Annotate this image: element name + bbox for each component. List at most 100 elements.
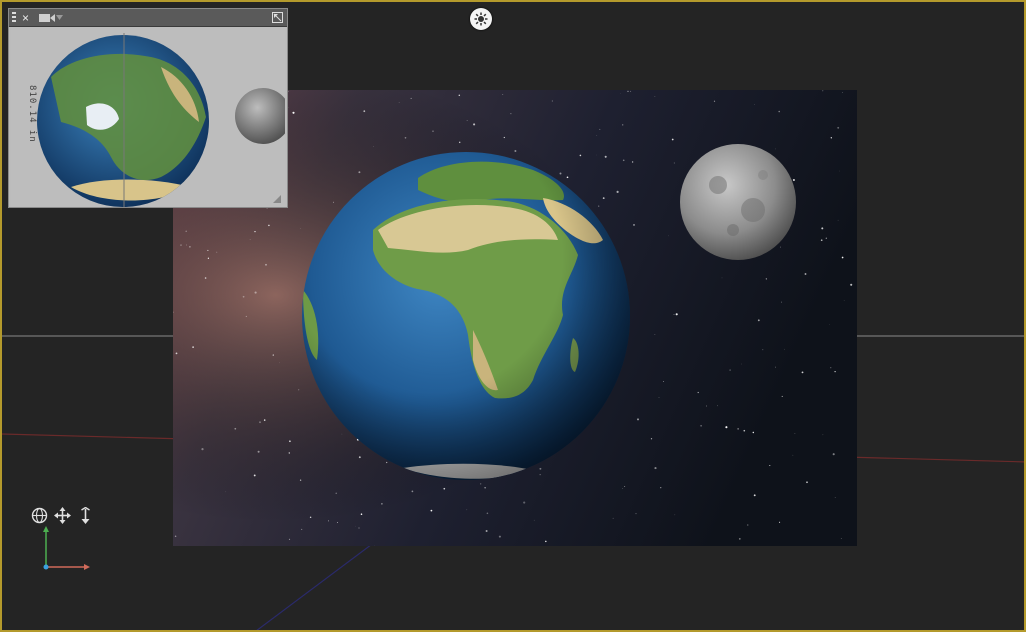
star bbox=[604, 155, 607, 158]
star bbox=[189, 246, 191, 248]
maximize-icon[interactable] bbox=[272, 9, 283, 26]
preview-render bbox=[37, 33, 285, 207]
star bbox=[757, 319, 760, 322]
star bbox=[662, 381, 664, 382]
star bbox=[650, 438, 653, 440]
star bbox=[201, 448, 204, 451]
star bbox=[443, 487, 446, 490]
star bbox=[363, 110, 366, 113]
star bbox=[762, 349, 764, 351]
star bbox=[510, 113, 512, 115]
star bbox=[729, 369, 731, 371]
star bbox=[216, 251, 218, 253]
star bbox=[622, 159, 625, 162]
star bbox=[775, 366, 776, 368]
star bbox=[502, 93, 504, 95]
navigation-controls bbox=[29, 505, 99, 525]
star bbox=[288, 106, 289, 108]
star bbox=[738, 538, 741, 540]
star bbox=[253, 474, 256, 477]
star bbox=[654, 334, 656, 335]
moon-sphere bbox=[680, 144, 796, 260]
star bbox=[486, 512, 489, 515]
star bbox=[778, 110, 780, 113]
star bbox=[484, 487, 486, 489]
star bbox=[299, 479, 302, 481]
star bbox=[830, 367, 832, 369]
star bbox=[458, 141, 461, 144]
star bbox=[539, 467, 542, 470]
star bbox=[272, 354, 274, 356]
orbit-icon[interactable] bbox=[29, 505, 49, 525]
star bbox=[765, 278, 767, 280]
chevron-down-icon[interactable] bbox=[56, 9, 63, 26]
star bbox=[404, 136, 407, 139]
star bbox=[725, 426, 728, 429]
star bbox=[289, 440, 291, 443]
3d-viewport[interactable]: × 810.14 in bbox=[0, 0, 1026, 632]
panel-menu-icon[interactable] bbox=[11, 9, 17, 26]
star bbox=[192, 346, 194, 348]
star bbox=[830, 137, 832, 139]
star bbox=[566, 176, 569, 179]
star bbox=[358, 171, 361, 174]
star bbox=[840, 538, 842, 540]
star bbox=[752, 431, 755, 434]
star bbox=[660, 487, 662, 489]
star bbox=[596, 135, 598, 136]
resize-grip-icon bbox=[273, 195, 281, 203]
camera-icon[interactable] bbox=[39, 9, 55, 26]
star bbox=[753, 494, 756, 497]
star bbox=[841, 256, 844, 259]
star bbox=[174, 535, 177, 537]
star bbox=[288, 452, 291, 454]
star bbox=[381, 503, 383, 505]
dolly-icon[interactable] bbox=[75, 505, 95, 525]
star bbox=[539, 474, 541, 476]
star bbox=[622, 488, 624, 489]
star bbox=[279, 362, 280, 364]
star bbox=[386, 461, 388, 464]
star bbox=[825, 237, 827, 239]
star bbox=[204, 277, 207, 279]
star bbox=[822, 90, 824, 92]
star bbox=[185, 230, 187, 233]
star bbox=[713, 100, 716, 102]
render-settings-icon[interactable] bbox=[470, 8, 492, 30]
star bbox=[254, 231, 256, 233]
star bbox=[780, 301, 783, 303]
star bbox=[842, 92, 843, 93]
star bbox=[834, 496, 836, 498]
star bbox=[410, 97, 412, 99]
star bbox=[721, 277, 723, 279]
star bbox=[207, 249, 209, 251]
star bbox=[498, 535, 501, 538]
star bbox=[309, 516, 312, 519]
pan-icon[interactable] bbox=[52, 505, 72, 525]
star bbox=[792, 178, 795, 182]
star bbox=[398, 102, 400, 103]
star bbox=[263, 419, 266, 421]
star bbox=[485, 530, 488, 532]
star bbox=[341, 433, 343, 435]
star bbox=[697, 391, 699, 394]
star bbox=[658, 397, 660, 398]
close-icon[interactable]: × bbox=[22, 9, 29, 26]
preview-viewport[interactable]: 810.14 in bbox=[11, 27, 285, 207]
star bbox=[631, 161, 634, 163]
star bbox=[411, 490, 414, 493]
star bbox=[598, 205, 600, 207]
star bbox=[616, 190, 619, 193]
star bbox=[675, 313, 678, 316]
star bbox=[794, 433, 796, 434]
star bbox=[242, 295, 245, 298]
star bbox=[834, 370, 836, 373]
star bbox=[175, 352, 178, 355]
star bbox=[249, 239, 251, 240]
camera-preview-panel[interactable]: × 810.14 in bbox=[8, 8, 288, 208]
star bbox=[706, 405, 707, 407]
star bbox=[769, 464, 771, 467]
star bbox=[850, 283, 853, 286]
star bbox=[633, 223, 635, 226]
star bbox=[779, 521, 781, 523]
